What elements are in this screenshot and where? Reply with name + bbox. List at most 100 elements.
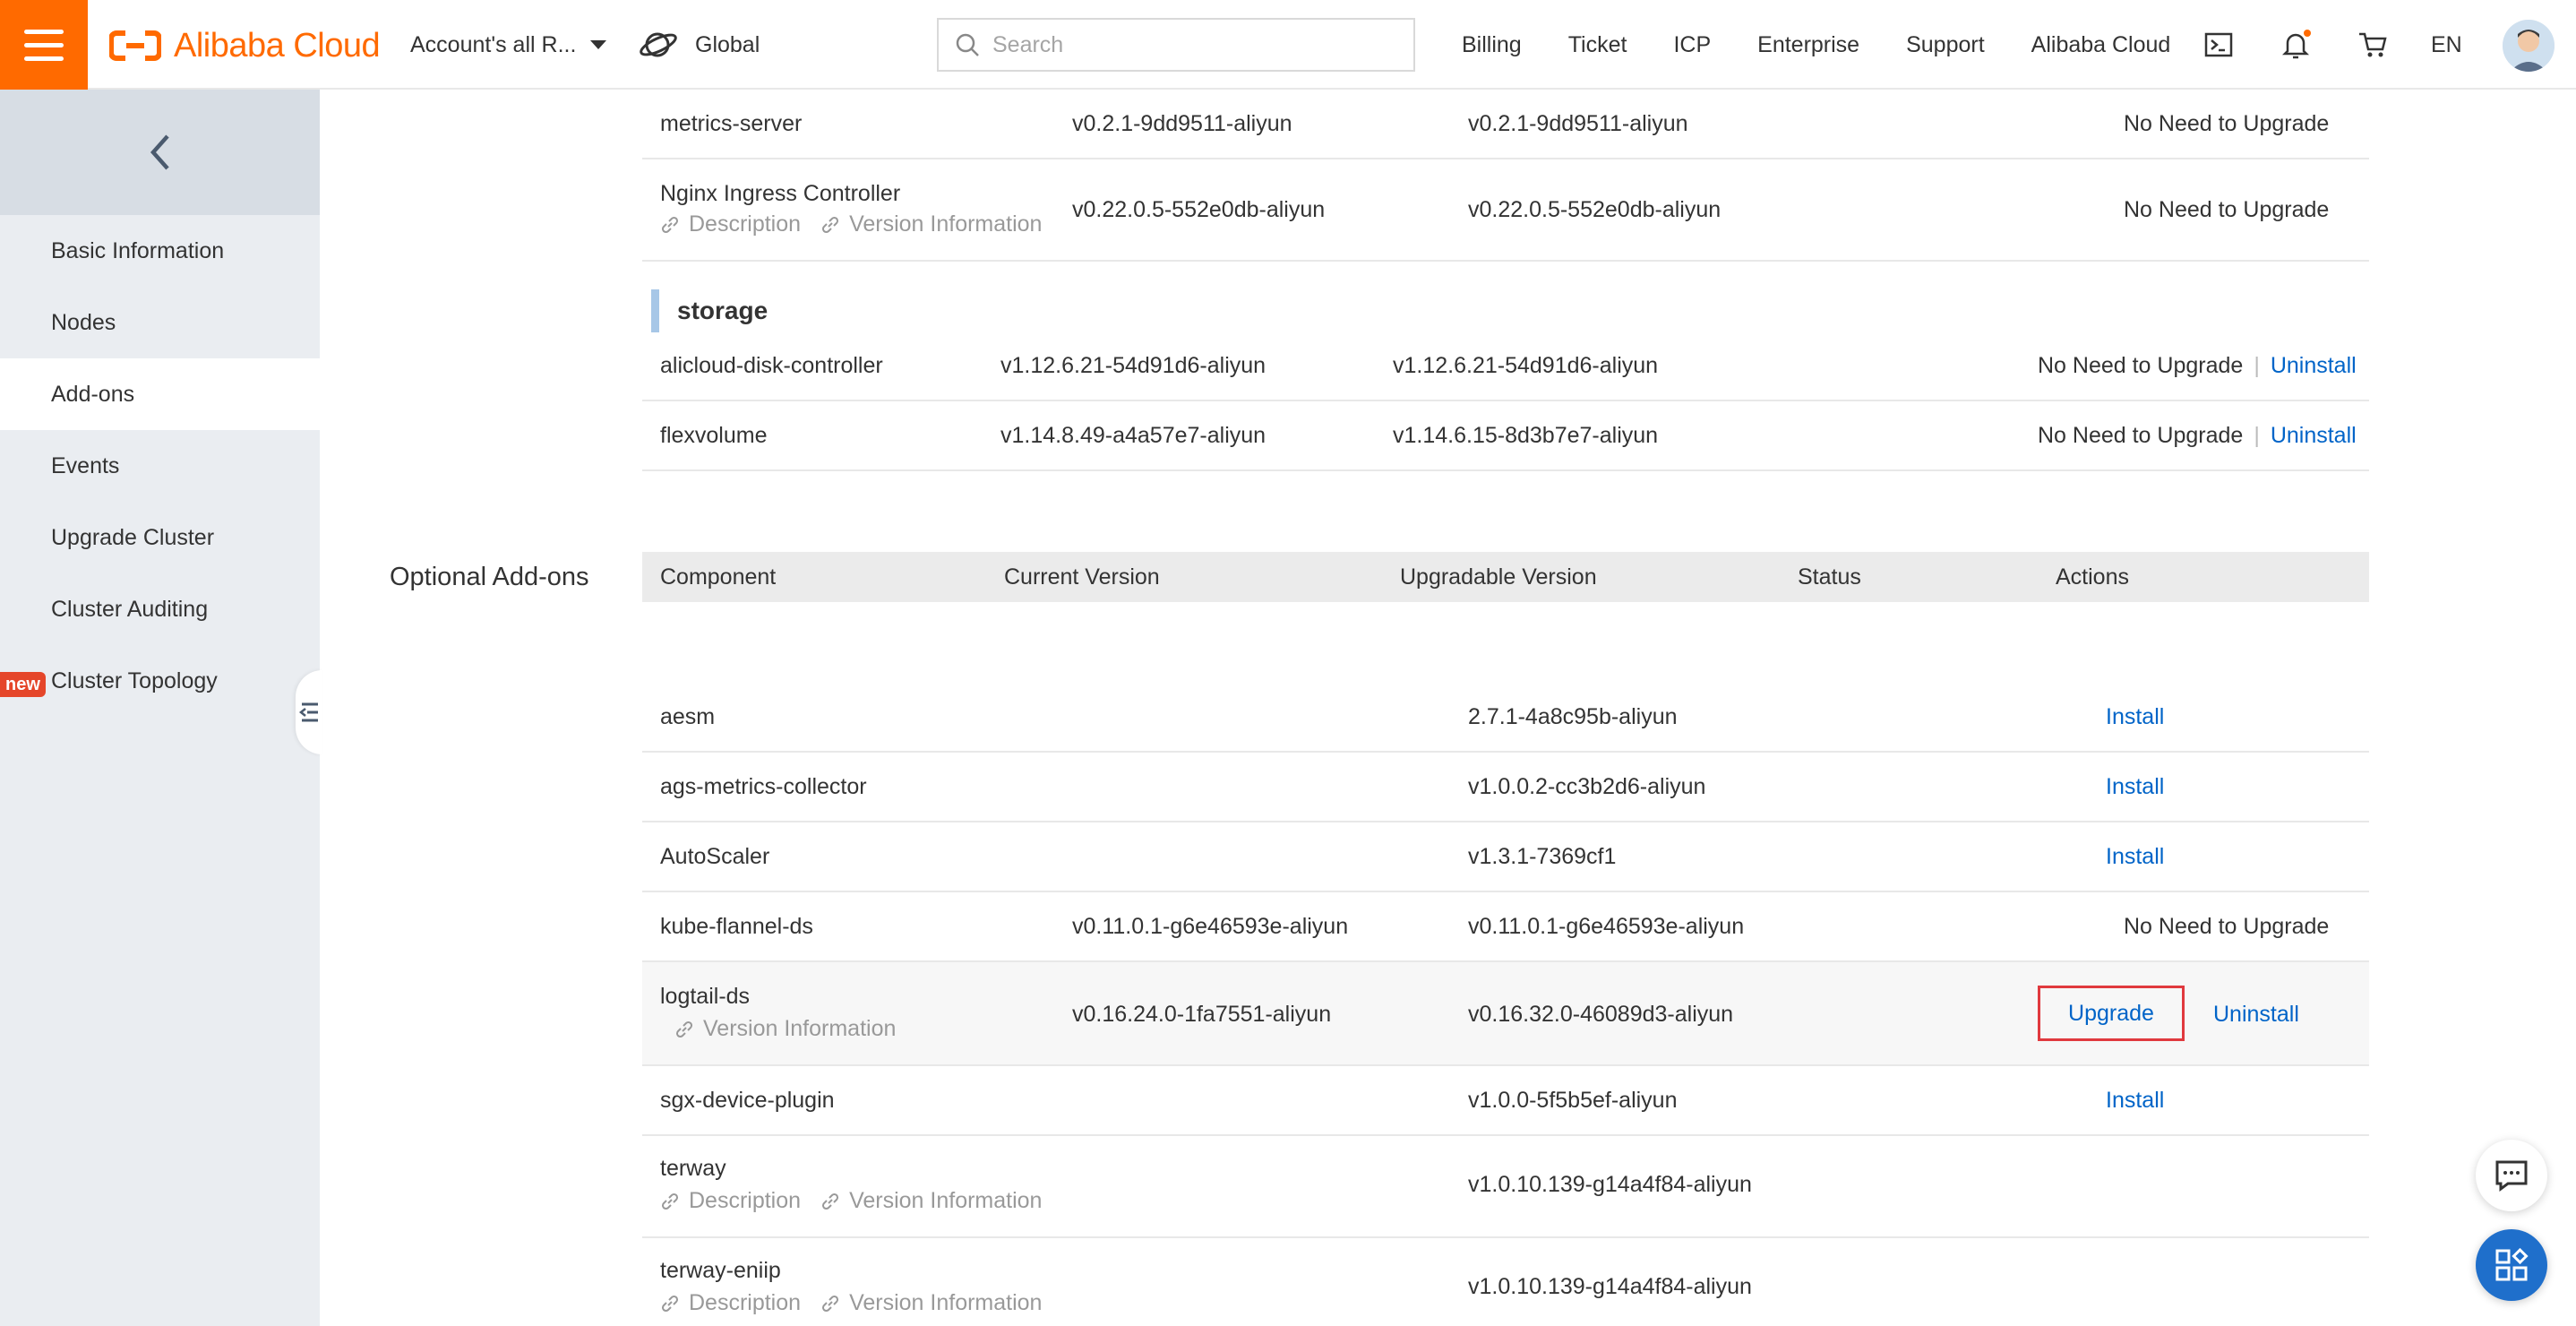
account-selector[interactable]: Account's all R... — [410, 0, 607, 90]
app-grid-button[interactable] — [2476, 1229, 2547, 1301]
nav-alibaba-cloud[interactable]: Alibaba Cloud — [2031, 32, 2171, 58]
sidebar-item-basic-information[interactable]: Basic Information — [0, 215, 320, 287]
upgradable-version: v1.3.1-7369cf1 — [1468, 844, 1617, 869]
nav-icp[interactable]: ICP — [1673, 32, 1711, 58]
logo-text: Alibaba Cloud — [174, 26, 381, 65]
user-avatar[interactable] — [2503, 20, 2555, 72]
upgradable-version: v1.14.6.15-8d3b7e7-aliyun — [1393, 423, 1659, 448]
divider: | — [2254, 423, 2260, 448]
description-link[interactable]: Description — [660, 1290, 801, 1316]
alibaba-cloud-logo-icon — [109, 30, 161, 61]
upgrade-button[interactable]: Upgrade — [2038, 986, 2185, 1041]
column-header-status: Status — [1798, 564, 1861, 590]
link-icon — [822, 216, 839, 233]
install-link[interactable]: Install — [2106, 844, 2164, 870]
status-text: No Need to Upgrade — [2124, 197, 2330, 222]
sidebar-item-cluster-auditing[interactable]: Cluster Auditing — [0, 573, 320, 645]
region-selector[interactable]: Global — [638, 0, 760, 90]
install-link[interactable]: Install — [2106, 1088, 2164, 1114]
top-navigation-bar: Alibaba Cloud Account's all R... Global … — [0, 0, 2576, 90]
component-name: terway — [660, 1156, 726, 1181]
terminal-icon[interactable] — [2200, 26, 2237, 64]
main-content: metrics-server v0.2.1-9dd9511-aliyun v0.… — [320, 90, 2576, 1326]
sidebar-item-events[interactable]: Events — [0, 430, 320, 502]
sidebar-item-cluster-topology[interactable]: new Cluster Topology — [0, 645, 320, 717]
table-row: terway Description Version Information v… — [642, 1136, 2369, 1238]
status-and-actions: No Need to Upgrade | Uninstall — [2038, 423, 2357, 449]
upgradable-version: v0.16.32.0-46089d3-aliyun — [1468, 1002, 1734, 1027]
nav-billing[interactable]: Billing — [1462, 32, 1522, 58]
component-name: alicloud-disk-controller — [660, 353, 883, 378]
install-link[interactable]: Install — [2106, 774, 2164, 800]
cart-icon[interactable] — [2354, 26, 2391, 64]
link-icon — [661, 216, 679, 233]
current-version: v0.2.1-9dd9511-aliyun — [1072, 111, 1292, 136]
upgradable-version: v1.0.10.139-g14a4f84-aliyun — [1468, 1274, 1752, 1299]
uninstall-link[interactable]: Uninstall — [2213, 1002, 2299, 1028]
sidebar-item-label: Cluster Topology — [51, 667, 218, 693]
chevron-down-icon — [590, 40, 607, 49]
top-nav-links: Billing Ticket ICP Enterprise Support Al… — [1462, 0, 2217, 90]
version-information-link[interactable]: Version Information — [820, 1188, 1042, 1214]
column-header-current-version: Current Version — [1004, 564, 1160, 590]
link-icon — [661, 1295, 679, 1312]
upgradable-version: v1.0.0-5f5b5ef-aliyun — [1468, 1088, 1678, 1113]
status-text: No Need to Upgrade — [2038, 353, 2244, 378]
top-utility-icons: EN — [2200, 0, 2462, 90]
optional-add-ons-title: Optional Add-ons — [390, 563, 589, 591]
column-header-component: Component — [660, 564, 777, 590]
globe-icon — [640, 32, 677, 57]
chat-feedback-button[interactable] — [2476, 1140, 2547, 1211]
component-name: Nginx Ingress Controller — [660, 181, 901, 206]
component-links: Description Version Information — [660, 211, 1042, 237]
upgradable-version: v1.0.0.2-cc3b2d6-aliyun — [1468, 774, 1706, 799]
component-links: Version Information — [674, 1016, 896, 1042]
link-icon — [675, 1020, 693, 1038]
hamburger-menu-icon[interactable] — [0, 0, 88, 90]
table-row: flexvolume v1.14.8.49-a4a57e7-aliyun v1.… — [642, 401, 2369, 471]
nav-enterprise[interactable]: Enterprise — [1757, 32, 1859, 58]
table-header: Component Current Version Upgradable Ver… — [642, 552, 2369, 602]
version-information-link[interactable]: Version Information — [674, 1016, 896, 1042]
app-grid-icon — [2495, 1248, 2529, 1281]
version-information-link[interactable]: Version Information — [820, 211, 1042, 237]
status-text: No Need to Upgrade — [2124, 111, 2330, 136]
version-information-link[interactable]: Version Information — [820, 1290, 1042, 1316]
upgradable-version: v1.12.6.21-54d91d6-aliyun — [1393, 353, 1659, 378]
sidebar-item-label: Cluster Auditing — [51, 596, 209, 622]
uninstall-link[interactable]: Uninstall — [2271, 423, 2357, 448]
table-row: terway-eniip Description Version Informa… — [642, 1238, 2369, 1326]
sidebar-item-nodes[interactable]: Nodes — [0, 287, 320, 358]
region-label: Global — [695, 31, 760, 57]
sidebar-item-add-ons[interactable]: Add-ons — [0, 358, 320, 430]
description-link[interactable]: Description — [660, 1188, 801, 1214]
sidebar-item-label: Basic Information — [51, 237, 225, 263]
uninstall-link[interactable]: Uninstall — [2271, 353, 2357, 378]
component-name: kube-flannel-ds — [660, 914, 813, 939]
notification-bell-icon[interactable] — [2277, 26, 2314, 64]
table-row: aesm 2.7.1-4a8c95b-aliyun Install — [642, 683, 2369, 753]
sidebar-item-label: Events — [51, 452, 120, 478]
table-row: AutoScaler v1.3.1-7369cf1 Install — [642, 822, 2369, 892]
nav-support[interactable]: Support — [1906, 32, 1985, 58]
install-link[interactable]: Install — [2106, 704, 2164, 730]
divider: | — [2254, 353, 2260, 378]
upgradable-version: v0.11.0.1-g6e46593e-aliyun — [1468, 914, 1745, 939]
sidebar-item-label: Upgrade Cluster — [51, 524, 215, 550]
description-link[interactable]: Description — [660, 211, 801, 237]
sidebar-item-upgrade-cluster[interactable]: Upgrade Cluster — [0, 502, 320, 573]
sidebar-item-label: Add-ons — [51, 381, 135, 407]
current-version: v1.12.6.21-54d91d6-aliyun — [1000, 353, 1267, 378]
component-name: flexvolume — [660, 423, 768, 448]
language-selector[interactable]: EN — [2431, 32, 2462, 58]
table-row: Nginx Ingress Controller Description Ver… — [642, 159, 2369, 262]
alibaba-cloud-logo[interactable]: Alibaba Cloud — [109, 23, 381, 68]
search-input[interactable] — [992, 31, 1387, 58]
search-box[interactable] — [937, 18, 1415, 72]
nav-ticket[interactable]: Ticket — [1568, 32, 1627, 58]
back-button[interactable] — [0, 90, 320, 215]
account-label: Account's all R... — [410, 31, 577, 57]
upgradable-version: 2.7.1-4a8c95b-aliyun — [1468, 704, 1678, 729]
upgradable-version: v0.2.1-9dd9511-aliyun — [1468, 111, 1688, 136]
sidebar-toggle-icon[interactable] — [296, 670, 322, 754]
